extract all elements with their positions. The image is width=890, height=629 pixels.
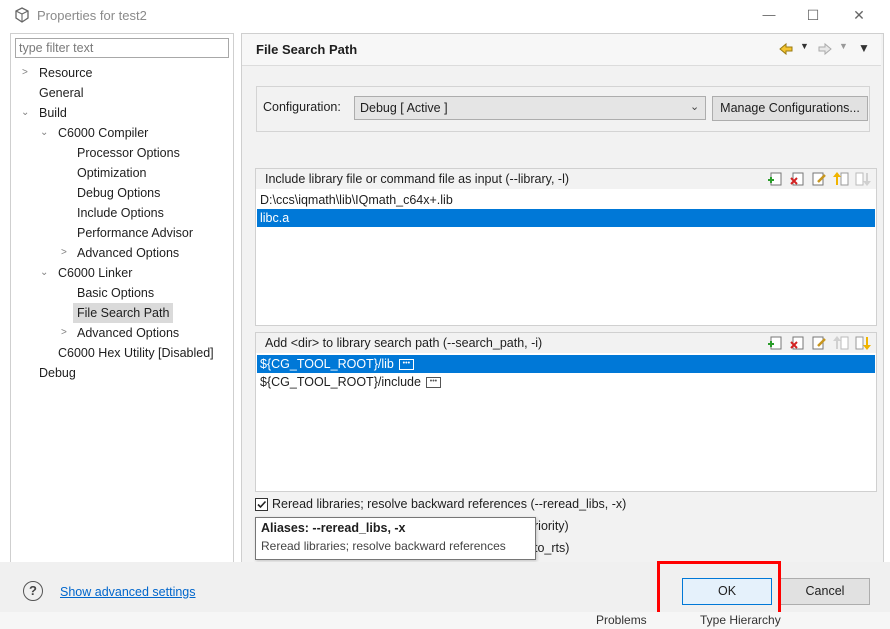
search-path-item[interactable]: ${CG_TOOL_ROOT}/lib ••• <box>257 355 875 373</box>
configuration-label: Configuration: <box>263 100 341 114</box>
tree-item-advanced-options[interactable]: Advanced Options <box>77 243 179 263</box>
delete-icon[interactable] <box>788 334 806 352</box>
library-item[interactable]: libc.a <box>257 209 875 227</box>
tree-item-file-search-path[interactable]: File Search Path <box>73 303 174 323</box>
chevron-right-icon[interactable]: > <box>22 63 32 83</box>
forward-arrow-icon[interactable] <box>817 41 833 60</box>
library-list-group: Include library file or command file as … <box>255 168 877 326</box>
view-menu-icon[interactable]: ▼ <box>858 41 870 55</box>
back-arrow-icon[interactable] <box>778 41 794 60</box>
maximize-button[interactable]: ☐ <box>791 0 835 30</box>
reread-libraries-checkbox[interactable] <box>255 498 268 511</box>
tree-item-compiler[interactable]: C6000 Compiler <box>58 123 148 143</box>
tree-item-hex-utility[interactable]: C6000 Hex Utility [Disabled] <box>58 343 214 363</box>
move-up-icon[interactable] <box>832 170 850 188</box>
chevron-right-icon[interactable]: > <box>61 243 71 263</box>
tree-item-basic-options[interactable]: Basic Options <box>77 283 154 303</box>
search-path-item[interactable]: ${CG_TOOL_ROOT}/include ••• <box>257 373 875 391</box>
search-path-list-group: Add <dir> to library search path (--sear… <box>255 332 877 492</box>
tree-item-linker-advanced-options[interactable]: Advanced Options <box>77 323 179 343</box>
configuration-select[interactable]: Debug [ Active ] <box>354 96 706 120</box>
forward-dropdown-icon[interactable]: ▼ <box>839 41 848 51</box>
cancel-button[interactable]: Cancel <box>780 578 870 605</box>
type-hierarchy-tab[interactable]: Type Hierarchy <box>700 613 781 627</box>
chevron-down-icon[interactable]: ⌄ <box>21 103 31 123</box>
move-down-icon[interactable] <box>854 170 872 188</box>
search-path-text: ${CG_TOOL_ROOT}/lib <box>260 357 394 371</box>
close-button[interactable]: ✕ <box>837 0 881 30</box>
back-dropdown-icon[interactable]: ▼ <box>800 41 809 51</box>
option-label-partial: riority) <box>534 519 569 533</box>
move-up-icon[interactable] <box>832 334 850 352</box>
show-advanced-settings-link[interactable]: Show advanced settings <box>60 585 196 599</box>
highlight-box <box>657 561 781 617</box>
tree-item-processor-options[interactable]: Processor Options <box>77 143 180 163</box>
tooltip-body: Reread libraries; resolve backward refer… <box>261 539 506 553</box>
chevron-down-icon[interactable]: ⌄ <box>690 96 699 118</box>
edit-icon[interactable] <box>810 334 828 352</box>
search-path-list-toolbar <box>766 334 872 352</box>
edit-icon[interactable] <box>810 170 828 188</box>
tree-item-linker[interactable]: C6000 Linker <box>58 263 132 283</box>
delete-icon[interactable] <box>788 170 806 188</box>
tree-item-debug[interactable]: Debug <box>39 363 76 383</box>
problems-tab[interactable]: Problems <box>596 613 647 627</box>
option-label-partial: to_rts) <box>534 541 570 555</box>
library-list-toolbar <box>766 170 872 188</box>
variable-icon: ••• <box>425 377 441 389</box>
manage-configurations-button[interactable]: Manage Configurations... <box>712 96 868 121</box>
add-icon[interactable] <box>766 170 784 188</box>
variable-icon: ••• <box>398 359 414 371</box>
help-icon[interactable]: ? <box>23 581 43 601</box>
tree-item-performance-advisor[interactable]: Performance Advisor <box>77 223 193 243</box>
window-title: Properties for test2 <box>37 8 147 23</box>
chevron-down-icon[interactable]: ⌄ <box>40 123 50 143</box>
tree-item-include-options[interactable]: Include Options <box>77 203 164 223</box>
app-cube-icon <box>14 7 30 23</box>
tooltip-title: Aliases: --reread_libs, -x <box>261 521 406 535</box>
tree-item-build[interactable]: Build <box>39 103 67 123</box>
chevron-right-icon[interactable]: > <box>61 323 71 343</box>
tree-item-general[interactable]: General <box>39 83 83 103</box>
search-path-text: ${CG_TOOL_ROOT}/include <box>260 375 421 389</box>
reread-libraries-label: Reread libraries; resolve backward refer… <box>272 497 627 511</box>
tree-item-debug-options[interactable]: Debug Options <box>77 183 160 203</box>
background-window-strip: Problems Type Hierarchy <box>0 612 890 629</box>
page-title: File Search Path <box>256 42 358 57</box>
tooltip: Aliases: --reread_libs, -x Reread librar… <box>255 517 536 560</box>
chevron-down-icon[interactable]: ⌄ <box>40 263 50 283</box>
move-down-icon[interactable] <box>854 334 872 352</box>
filter-input[interactable]: type filter text <box>15 38 229 58</box>
add-icon[interactable] <box>766 334 784 352</box>
tree-item-resource[interactable]: Resource <box>39 63 93 83</box>
minimize-button[interactable]: — <box>747 0 791 30</box>
tree-item-optimization[interactable]: Optimization <box>77 163 146 183</box>
library-item[interactable]: D:\ccs\iqmath\lib\IQmath_c64x+.lib <box>257 191 875 209</box>
